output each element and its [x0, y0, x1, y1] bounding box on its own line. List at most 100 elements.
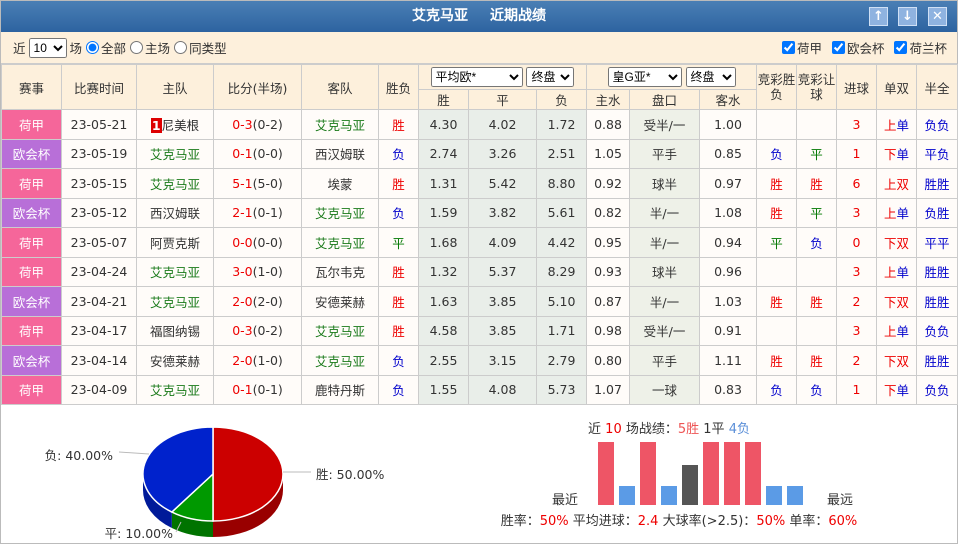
- radio-all[interactable]: [86, 41, 100, 54]
- jc-result: [756, 256, 798, 287]
- match-row: 荷甲 23-05-21 1尼美根 0-3(0-2) 艾克马亚胜 4.30 4.02 1.72 0…: [1, 109, 958, 140]
- col-home: 主队: [136, 64, 214, 110]
- move-down-button[interactable]: ↓: [898, 7, 917, 26]
- away-team[interactable]: 艾克马亚: [301, 109, 379, 140]
- result-cell: 胜: [378, 256, 419, 287]
- away-team[interactable]: 艾克马亚: [301, 315, 379, 346]
- match-row: 欧会杯 23-04-21 艾克马亚 2-0(2-0) 安德莱赫胜 1.63 3.85 5.10…: [1, 286, 958, 317]
- odd-even: 上双: [876, 168, 918, 199]
- score-cell[interactable]: 0-0(0-0): [213, 227, 302, 258]
- avg-goals: 2.4: [637, 514, 659, 529]
- half-score: (1-0): [252, 352, 283, 368]
- score-cell[interactable]: 0-1(0-1): [213, 374, 302, 405]
- league-cell[interactable]: 欧会杯: [1, 286, 62, 317]
- euro-company-select[interactable]: 平均欧*: [430, 67, 523, 87]
- score-cell[interactable]: 5-1(5-0): [213, 168, 302, 199]
- league-cell[interactable]: 荷甲: [1, 227, 62, 258]
- date-cell: 23-04-09: [61, 374, 137, 405]
- home-team[interactable]: 艾克马亚: [136, 138, 214, 169]
- away-team[interactable]: 瓦尔韦克: [301, 256, 379, 287]
- home-team[interactable]: 艾克马亚: [136, 374, 214, 405]
- close-button[interactable]: ✕: [928, 7, 947, 26]
- score-cell[interactable]: 2-0(1-0): [213, 345, 302, 376]
- radio-same-type-label: 同类型: [189, 41, 227, 56]
- goals: 0: [836, 227, 878, 258]
- match-count-select[interactable]: 10: [28, 37, 67, 58]
- away-water: 0.91: [698, 315, 758, 346]
- asia-company-select[interactable]: 皇G亚*: [607, 67, 682, 87]
- goals: 3: [836, 315, 878, 346]
- home-team[interactable]: 福图纳锡: [136, 315, 214, 346]
- home-water: 0.82: [586, 197, 630, 228]
- summary-text: 近: [588, 422, 606, 437]
- league-cell[interactable]: 欧会杯: [1, 138, 62, 169]
- team-name: 艾克马亚: [314, 235, 365, 251]
- checkbox[interactable]: [894, 41, 908, 54]
- team-name: 艾克马亚: [149, 176, 200, 192]
- pie-label-负: 负: 40.00%: [45, 448, 113, 463]
- euro-win-odds: 2.55: [418, 345, 469, 376]
- away-water: 1.03: [698, 286, 758, 317]
- away-team[interactable]: 安德莱赫: [301, 286, 379, 317]
- handicap: 一球: [629, 374, 700, 405]
- col-goals: 进球: [836, 64, 878, 110]
- away-team[interactable]: 西汉姆联: [301, 138, 379, 169]
- home-team[interactable]: 1尼美根: [136, 109, 214, 140]
- odd-even: 下单: [876, 138, 918, 169]
- away-team[interactable]: 艾克马亚: [301, 197, 379, 228]
- move-up-button[interactable]: ↑: [869, 7, 888, 26]
- league-cell[interactable]: 荷甲: [1, 109, 62, 140]
- euro-type-select[interactable]: 终盘: [526, 67, 575, 87]
- away-team[interactable]: 鹿特丹斯: [301, 374, 379, 405]
- oe-first: 上: [884, 206, 897, 222]
- home-team[interactable]: 安德莱赫: [136, 345, 214, 376]
- check-conference-league[interactable]: 欧会杯: [828, 38, 884, 57]
- ht-ft: 负负: [916, 374, 958, 405]
- radio-same-type[interactable]: [174, 41, 188, 54]
- score-cell[interactable]: 2-0(2-0): [213, 286, 302, 317]
- summary-count: 10: [605, 422, 622, 437]
- team-name: 艾克马亚: [149, 294, 200, 310]
- jc-handicap: [796, 315, 838, 346]
- score-cell[interactable]: 0-3(0-2): [213, 109, 302, 140]
- home-team[interactable]: 阿贾克斯: [136, 227, 214, 258]
- jc-result: 负: [756, 138, 798, 169]
- euro-win-odds: 1.59: [418, 197, 469, 228]
- radio-home[interactable]: [130, 41, 144, 54]
- oe-first: 上: [884, 324, 897, 340]
- home-water: 0.88: [586, 109, 630, 140]
- away-team[interactable]: 艾克马亚: [301, 345, 379, 376]
- check-dutch-cup[interactable]: 荷兰杯: [890, 38, 947, 57]
- jc-result: [756, 315, 798, 346]
- league-cell[interactable]: 欧会杯: [1, 345, 62, 376]
- away-water: 1.08: [698, 197, 758, 228]
- jc-result: 胜: [756, 168, 798, 199]
- league-cell[interactable]: 荷甲: [1, 374, 62, 405]
- score-cell[interactable]: 3-0(1-0): [213, 256, 302, 287]
- euro-draw-odds: 4.08: [468, 374, 537, 405]
- home-team[interactable]: 艾克马亚: [136, 286, 214, 317]
- euro-draw-odds: 3.26: [468, 138, 537, 169]
- asia-type-select[interactable]: 终盘: [685, 67, 736, 87]
- score: 2-1: [232, 205, 253, 221]
- check-eredivisie[interactable]: 荷甲: [778, 38, 822, 57]
- league-cell[interactable]: 荷甲: [1, 168, 62, 199]
- league-cell[interactable]: 欧会杯: [1, 197, 62, 228]
- league-cell[interactable]: 荷甲: [1, 256, 62, 287]
- filter-suffix: 场: [69, 41, 83, 56]
- away-team[interactable]: 艾克马亚: [301, 227, 379, 258]
- oe-first: 上: [884, 176, 897, 192]
- col-handicap: 盘口: [629, 89, 700, 110]
- score-cell[interactable]: 0-3(0-2): [213, 315, 302, 346]
- home-team[interactable]: 艾克马亚: [136, 256, 214, 287]
- home-team[interactable]: 西汉姆联: [136, 197, 214, 228]
- checkbox[interactable]: [781, 41, 795, 54]
- col-euro-win: 胜: [418, 89, 469, 110]
- checkbox[interactable]: [831, 41, 845, 54]
- score-cell[interactable]: 0-1(0-0): [213, 138, 302, 169]
- away-team[interactable]: 埃蒙: [301, 168, 379, 199]
- league-cell[interactable]: 荷甲: [1, 315, 62, 346]
- home-team[interactable]: 艾克马亚: [136, 168, 214, 199]
- half-score: (0-0): [252, 234, 283, 250]
- score-cell[interactable]: 2-1(0-1): [213, 197, 302, 228]
